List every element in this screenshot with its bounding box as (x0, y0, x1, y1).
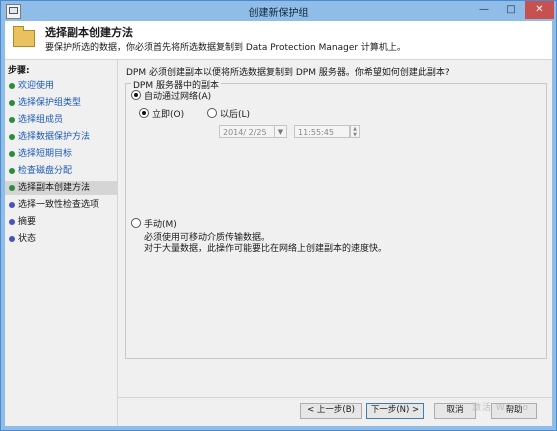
step-label: 选择数据保护方法 (18, 132, 91, 142)
wizard-window: 创建新保护组 — □ ✕ 选择副本创建方法 要保护所选的数据，你必须首先将所选数… (0, 0, 557, 431)
time-field[interactable]: 11:55:45 (294, 125, 350, 138)
step-group-members[interactable]: 选择组成员 (5, 113, 117, 127)
step-status-icon (9, 236, 15, 242)
steps-panel: 步骤: 欢迎使用 选择保护组类型 选择组成员 选择数据保护方法 选择短期目标 检… (5, 60, 118, 426)
manual-description-2: 对于大量数据，此操作可能要比在网络上创建副本的速度快。 (144, 244, 388, 254)
step-label: 状态 (18, 234, 37, 244)
step-label: 检查磁盘分配 (18, 166, 73, 176)
wizard-header: 选择副本创建方法 要保护所选的数据，你必须首先将所选数据复制到 Data Pro… (5, 21, 552, 60)
now-radio[interactable] (139, 108, 149, 118)
step-protection-method[interactable]: 选择数据保护方法 (5, 130, 117, 144)
next-button[interactable]: 下一步(N) > (366, 403, 424, 419)
manual-label: 手动(M) (144, 220, 177, 230)
close-button[interactable]: ✕ (525, 1, 554, 19)
time-spinner[interactable]: ▲ ▼ (350, 125, 360, 138)
replica-question: DPM 必须创建副本以便将所选数据复制到 DPM 服务器。你希望如何创建此副本? (126, 68, 450, 78)
date-dropdown-button[interactable]: ▼ (274, 125, 287, 138)
step-replica-creation[interactable]: 选择副本创建方法 (5, 181, 117, 195)
step-label: 摘要 (18, 217, 37, 227)
title-bar: 创建新保护组 — □ ✕ (1, 1, 556, 21)
folder-icon (13, 26, 35, 47)
auto-network-label: 自动通过网络(A) (144, 92, 212, 102)
step-group-type[interactable]: 选择保护组类型 (5, 96, 117, 110)
step-label: 选择一致性检查选项 (18, 200, 100, 210)
main-content: DPM 必须创建副本以便将所选数据复制到 DPM 服务器。你希望如何创建此副本?… (118, 60, 552, 396)
cancel-button[interactable]: 取消 (434, 403, 476, 419)
step-disk-allocation[interactable]: 检查磁盘分配 (5, 164, 117, 178)
now-label: 立即(O) (152, 110, 185, 120)
step-short-term-goals[interactable]: 选择短期目标 (5, 147, 117, 161)
step-status-icon (9, 83, 15, 89)
page-description: 要保护所选的数据，你必须首先将所选数据复制到 Data Protection M… (45, 43, 406, 53)
step-status-icon (9, 202, 15, 208)
later-label: 以后(L) (220, 110, 251, 120)
manual-radio[interactable] (131, 218, 141, 228)
maximize-button[interactable]: □ (498, 1, 524, 19)
wizard-client: 选择副本创建方法 要保护所选的数据，你必须首先将所选数据复制到 Data Pro… (5, 21, 552, 426)
later-radio[interactable] (207, 108, 217, 118)
back-button[interactable]: < 上一步(B) (300, 403, 362, 419)
step-label: 选择保护组类型 (18, 98, 82, 108)
step-welcome[interactable]: 欢迎使用 (5, 79, 117, 93)
step-status[interactable]: 状态 (5, 232, 117, 246)
minimize-button[interactable]: — (471, 1, 497, 19)
step-status-icon (9, 100, 15, 106)
step-summary[interactable]: 摘要 (5, 215, 117, 229)
step-status-icon (9, 134, 15, 140)
step-status-icon (9, 151, 15, 157)
step-label: 选择短期目标 (18, 149, 73, 159)
date-picker[interactable]: 2014/ 2/25 (219, 125, 275, 138)
step-consistency-check[interactable]: 选择一致性检查选项 (5, 198, 117, 212)
step-label: 选择副本创建方法 (18, 183, 91, 193)
activation-watermark: 激活 Windo (472, 403, 529, 413)
steps-label: 步骤: (8, 66, 30, 76)
auto-network-radio[interactable] (131, 90, 141, 100)
step-status-icon (9, 185, 15, 191)
step-status-icon (9, 219, 15, 225)
step-label: 欢迎使用 (18, 81, 55, 91)
page-title: 选择副本创建方法 (45, 26, 133, 39)
step-label: 选择组成员 (18, 115, 64, 125)
replica-groupbox: DPM 服务器中的副本 自动通过网络(A) 立即(O) 以后(L) 2014/ … (125, 78, 547, 359)
step-status-icon (9, 168, 15, 174)
step-status-icon (9, 117, 15, 123)
